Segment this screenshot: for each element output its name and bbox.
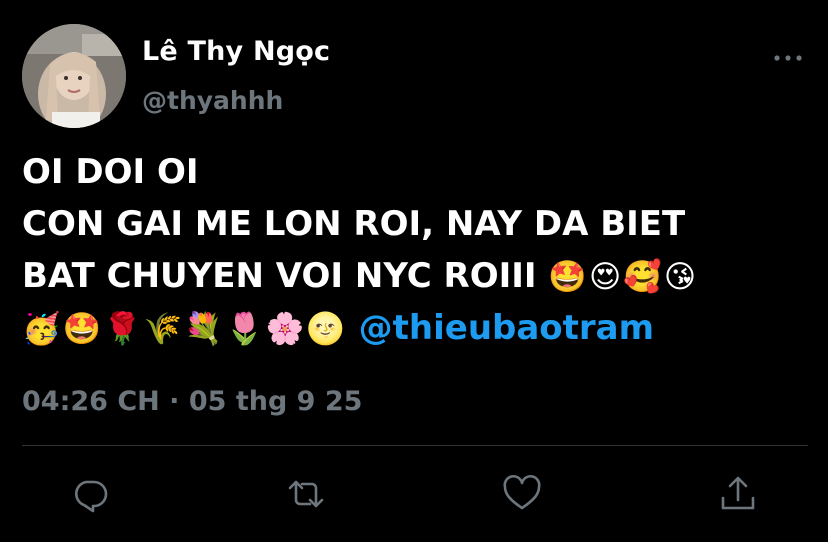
tweet-line-2: CON GAI ME LON ROI, NAY DA BIET <box>22 204 686 244</box>
retweet-button[interactable] <box>286 474 326 514</box>
tweet-line-4: 🥳🤩🌹🌾💐🌷🌸🌝 @thieubaotram <box>22 302 812 354</box>
share-button[interactable] <box>718 474 758 514</box>
meta-separator: · <box>169 386 180 417</box>
tweet-time[interactable]: 04:26 CH <box>22 386 160 417</box>
divider <box>22 445 808 446</box>
mention-link[interactable]: @thieubaotram <box>359 308 654 348</box>
author-handle[interactable]: @thyahhh <box>142 86 283 115</box>
avatar-photo <box>22 24 126 128</box>
like-button[interactable] <box>502 474 542 514</box>
retweet-icon <box>288 480 324 508</box>
tweet-emojis-1: 🤩😍🥰😘 <box>548 259 699 295</box>
more-dots-icon <box>774 55 802 61</box>
tweet-emojis-2: 🥳🤩🌹🌾💐🌷🌸🌝 <box>22 311 347 347</box>
reply-icon <box>74 480 108 513</box>
tweet-line-1: OI DOI OI <box>22 152 199 192</box>
author-name[interactable]: Lê Thy Ngọc <box>142 36 330 67</box>
avatar[interactable] <box>22 24 126 128</box>
tweet-meta: 04:26 CH · 05 thg 9 25 <box>22 386 362 417</box>
heart-icon <box>503 474 541 510</box>
tweet-line-3-text: BAT CHUYEN VOI NYC ROIII <box>22 256 537 296</box>
tweet-line-3: BAT CHUYEN VOI NYC ROIII 🤩😍🥰😘 <box>22 250 812 302</box>
tweet-text: OI DOI OI CON GAI ME LON ROI, NAY DA BIE… <box>22 146 812 354</box>
more-options-button[interactable] <box>770 44 806 72</box>
tweet-date[interactable]: 05 thg 9 25 <box>189 386 363 417</box>
share-icon <box>721 476 755 510</box>
reply-button[interactable] <box>70 474 110 514</box>
